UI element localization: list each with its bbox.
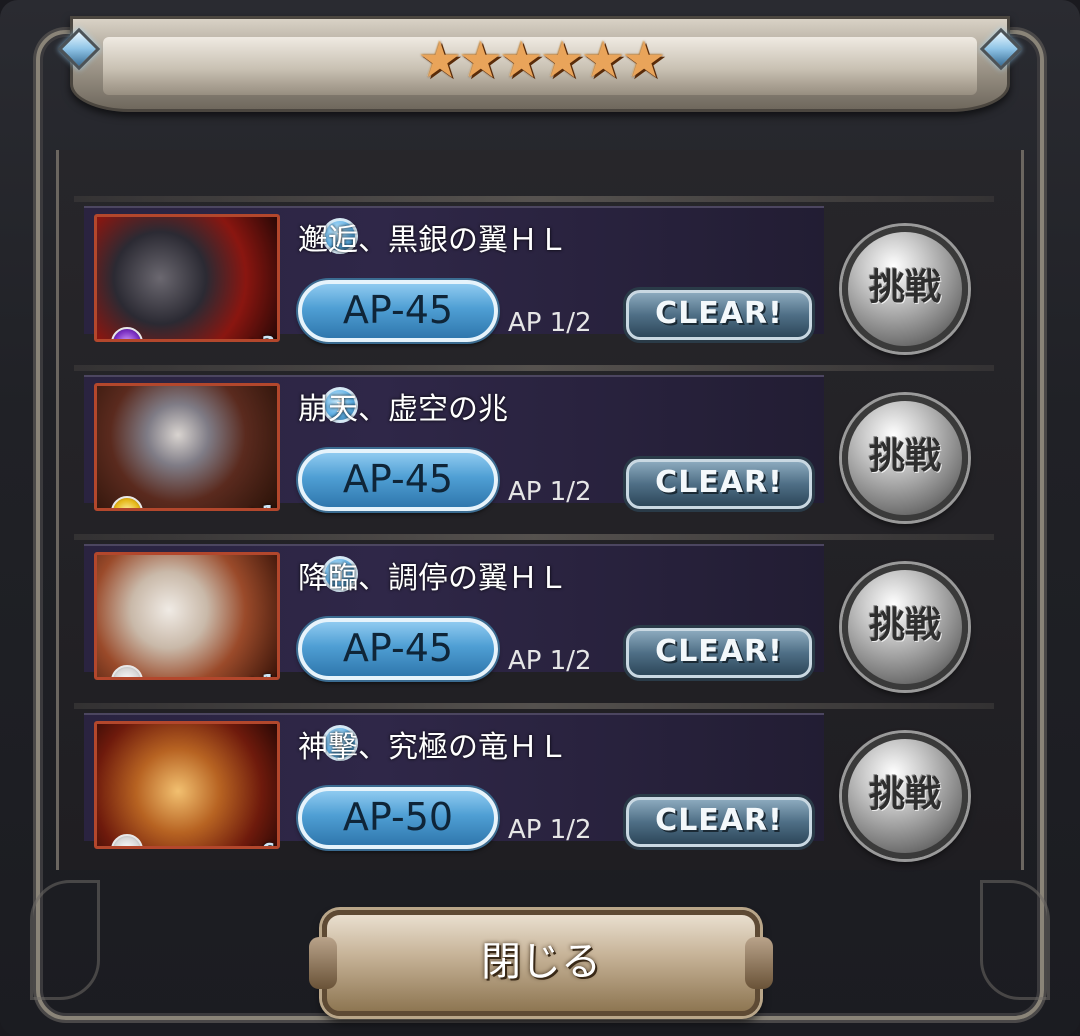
player-icon: ♟ [245, 674, 259, 677]
quest-thumbnail[interactable]: ♟18 [94, 552, 280, 680]
player-icon: ♟ [245, 336, 259, 339]
ap-cost-badge: AP-45 [298, 280, 498, 342]
quest-row: ♟18 i 降臨、調停の翼ＨＬ AP-45 AP 1/2 CLEAR! 挑戦 [74, 534, 994, 690]
quest-title: 邂逅、黒銀の翼ＨＬ [298, 223, 568, 258]
ornament-right [980, 880, 1050, 1000]
player-count: ♟18 [245, 670, 277, 677]
challenge-button[interactable]: 挑戦 [842, 733, 968, 859]
quest-thumbnail[interactable]: ♟30 [94, 214, 280, 342]
difficulty-stars: ★★★★★★ [417, 31, 667, 89]
player-icon: ♟ [245, 505, 259, 508]
row-divider [74, 534, 994, 540]
ap-usage-text: AP 1/2 [508, 815, 592, 845]
ap-usage-text: AP 1/2 [508, 308, 592, 338]
quest-title: 崩天、虚空の兆 [298, 392, 508, 427]
player-count-value: 18 [261, 670, 277, 677]
player-count-value: 18 [261, 501, 277, 508]
ap-cost-badge: AP-50 [298, 787, 498, 849]
quest-row: ♟6 i 神撃、究極の竜ＨＬ AP-50 AP 1/2 CLEAR! 挑戦 [74, 703, 994, 859]
ap-usage-text: AP 1/2 [508, 646, 592, 676]
boss-art [97, 217, 277, 339]
player-count-value: 6 [261, 839, 275, 846]
clear-badge: CLEAR! [626, 797, 812, 847]
ap-usage-text: AP 1/2 [508, 477, 592, 507]
ap-cost-badge: AP-45 [298, 449, 498, 511]
ap-cost-badge: AP-45 [298, 618, 498, 680]
challenge-button[interactable]: 挑戦 [842, 395, 968, 521]
quest-thumbnail[interactable]: ♟18 [94, 383, 280, 511]
close-button[interactable]: 閉じる [309, 910, 773, 1016]
row-divider [74, 703, 994, 709]
quest-title: 降臨、調停の翼ＨＬ [298, 561, 568, 596]
boss-art [97, 555, 277, 677]
player-count: ♟18 [245, 501, 277, 508]
row-divider [74, 196, 994, 202]
clear-badge: CLEAR! [626, 459, 812, 509]
clear-badge: CLEAR! [626, 290, 812, 340]
quest-title: 神撃、究極の竜ＨＬ [298, 730, 568, 765]
boss-art [97, 386, 277, 508]
player-icon: ♟ [245, 843, 259, 846]
ornament-left [30, 880, 100, 1000]
row-divider [74, 365, 994, 371]
player-count-value: 30 [261, 332, 277, 339]
quest-row: ♟30 i 邂逅、黒銀の翼ＨＬ AP-45 AP 1/2 CLEAR! 挑戦 [74, 196, 994, 352]
challenge-button[interactable]: 挑戦 [842, 564, 968, 690]
quest-row: ♟18 i 崩天、虚空の兆 AP-45 AP 1/2 CLEAR! 挑戦 [74, 365, 994, 521]
player-count: ♟6 [245, 839, 277, 846]
quest-thumbnail[interactable]: ♟6 [94, 721, 280, 849]
boss-art [97, 724, 277, 846]
challenge-button[interactable]: 挑戦 [842, 226, 968, 352]
player-count: ♟30 [245, 332, 277, 339]
clear-badge: CLEAR! [626, 628, 812, 678]
